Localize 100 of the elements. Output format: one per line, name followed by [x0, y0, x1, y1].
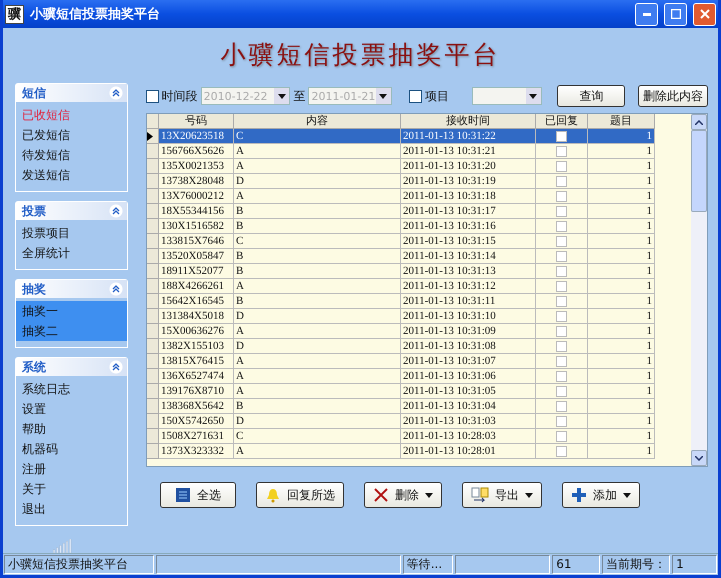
group-header[interactable]: 系统: [16, 358, 127, 376]
action-button[interactable]: 全选: [160, 482, 236, 508]
minimize-button[interactable]: [635, 2, 658, 26]
sidebar-item[interactable]: 抽奖二: [16, 321, 127, 341]
checkbox[interactable]: [409, 90, 422, 102]
window-title: 小骥短信投票抽奖平台: [30, 6, 161, 23]
table-cell: 131384X5018: [159, 309, 234, 324]
action-button[interactable]: 添加: [562, 482, 640, 508]
checkbox[interactable]: [556, 356, 567, 366]
checkbox[interactable]: [556, 250, 567, 262]
table-cell: B: [234, 399, 401, 414]
table-cell: A: [234, 279, 401, 294]
table-cell: 1: [588, 354, 655, 369]
sidebar-item[interactable]: 已发短信: [16, 125, 127, 145]
period-label: 当前期号：: [602, 555, 670, 574]
table-cell: A: [234, 159, 401, 174]
checkbox[interactable]: [556, 446, 567, 456]
table-cell: B: [234, 249, 401, 264]
checkbox[interactable]: [556, 416, 567, 426]
sidebar-item[interactable]: 抽奖一: [16, 301, 127, 321]
checkbox[interactable]: [556, 160, 567, 172]
collapse-icon[interactable]: [109, 282, 123, 296]
table-cell: 1: [588, 399, 655, 414]
caret-icon: [529, 94, 538, 98]
scrollbar-thumb[interactable]: [691, 130, 707, 212]
table-cell: 1: [588, 339, 655, 354]
action-button[interactable]: 回复所选: [256, 482, 344, 508]
group-header[interactable]: 投票: [16, 202, 127, 220]
table-cell: 2011-01-13 10:31:07: [401, 354, 536, 369]
sidebar-item[interactable]: 全屏统计: [16, 243, 127, 263]
query-button[interactable]: 查询: [557, 85, 626, 107]
table-cell: 136X6527474: [159, 369, 234, 384]
checkbox[interactable]: [556, 296, 567, 306]
table-cell: 2011-01-13 10:31:09: [401, 324, 536, 339]
checkbox[interactable]: [146, 90, 159, 102]
sidebar-item[interactable]: 投票项目: [16, 223, 127, 243]
sidebar-item[interactable]: 帮助: [16, 419, 127, 439]
checkbox[interactable]: [556, 266, 567, 276]
sidebar-item[interactable]: 设置: [16, 399, 127, 419]
maximize-button[interactable]: [664, 2, 687, 26]
checkbox[interactable]: [556, 386, 567, 396]
sidebar-item[interactable]: 机器码: [16, 439, 127, 459]
action-button[interactable]: 删除: [364, 482, 442, 508]
collapse-icon[interactable]: [109, 204, 123, 218]
checkbox[interactable]: [556, 280, 567, 292]
sidebar-item[interactable]: 关于: [16, 479, 127, 499]
table-cell: 135X0021353: [159, 159, 234, 174]
table-cell: 2011-01-13 10:31:18: [401, 189, 536, 204]
plus-icon: [571, 487, 587, 503]
checkbox[interactable]: [556, 370, 567, 382]
checkbox[interactable]: [556, 190, 567, 202]
table-cell: 18X55344156: [159, 204, 234, 219]
table-cell: D: [234, 414, 401, 429]
column-header[interactable]: 内容: [234, 114, 401, 129]
column-header[interactable]: 接收时间: [401, 114, 536, 129]
sidebar-item[interactable]: 系统日志: [16, 379, 127, 399]
column-header[interactable]: 题目: [588, 114, 655, 129]
table-cell: 2011-01-13 10:31:17: [401, 204, 536, 219]
checkbox[interactable]: [556, 340, 567, 352]
table-cell: 2011-01-13 10:31:08: [401, 339, 536, 354]
checkbox[interactable]: [556, 236, 567, 246]
close-button[interactable]: [693, 2, 716, 26]
checkbox[interactable]: [556, 176, 567, 186]
sidebar-item[interactable]: 注册: [16, 459, 127, 479]
action-button[interactable]: 导出: [462, 482, 542, 508]
collapse-icon[interactable]: [109, 86, 123, 100]
checkbox[interactable]: [556, 310, 567, 322]
checkbox[interactable]: [556, 130, 567, 142]
app-icon: 骥: [5, 4, 24, 24]
checkbox[interactable]: [556, 206, 567, 216]
row-header[interactable]: [147, 129, 159, 144]
table-cell: A: [234, 384, 401, 399]
delete-content-button[interactable]: 删除此内容: [638, 85, 708, 107]
table-cell: 133815X7646: [159, 234, 234, 249]
checkbox[interactable]: [556, 430, 567, 442]
table-cell: A: [234, 369, 401, 384]
collapse-icon[interactable]: [109, 360, 123, 374]
table-cell: 150X5742650: [159, 414, 234, 429]
group-header[interactable]: 抽奖: [16, 280, 127, 298]
sidebar-item[interactable]: 待发短信: [16, 145, 127, 165]
table-cell: 1: [588, 204, 655, 219]
table-cell: 2011-01-13 10:31:22: [401, 129, 536, 144]
checkbox[interactable]: [556, 146, 567, 156]
checkbox[interactable]: [556, 400, 567, 412]
scrollbar[interactable]: [691, 114, 707, 466]
column-header[interactable]: 号码: [159, 114, 234, 129]
banner-title: 小骥短信投票抽奖平台: [220, 38, 500, 70]
checkbox[interactable]: [556, 326, 567, 336]
table-cell: 13X76000212: [159, 189, 234, 204]
group-title: 系统: [22, 358, 46, 376]
sidebar-item[interactable]: 退出: [16, 499, 127, 519]
project-dropdown[interactable]: [472, 87, 542, 105]
close-icon: [700, 9, 710, 19]
sidebar-item[interactable]: 发送短信: [16, 165, 127, 185]
status-app-name: 小骥短信投票抽奖平台: [4, 555, 154, 574]
cross-icon: [373, 487, 389, 503]
group-header[interactable]: 短信: [16, 84, 127, 102]
checkbox[interactable]: [556, 220, 567, 232]
column-header[interactable]: 已回复: [536, 114, 588, 129]
status-state: 等待...: [402, 555, 453, 574]
